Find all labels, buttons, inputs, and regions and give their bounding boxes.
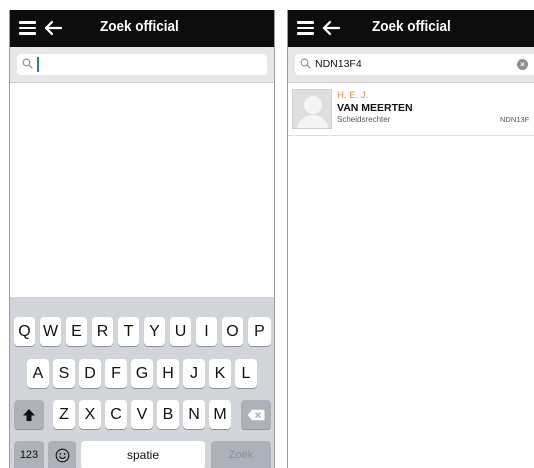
backspace-icon [247, 409, 265, 420]
space-key[interactable]: spatie [81, 441, 205, 468]
key-y[interactable]: Y [144, 317, 165, 346]
search-submit-key[interactable]: Zoek [211, 441, 271, 468]
key-k[interactable]: K [209, 359, 231, 388]
official-role: Scheidsrechter [337, 115, 391, 124]
search-icon [22, 58, 33, 69]
app-header: Zoek official [288, 10, 534, 47]
search-value: NDN13F4 [315, 58, 362, 70]
key-g[interactable]: G [131, 359, 153, 388]
key-l[interactable]: L [235, 359, 257, 388]
search-screen-empty: Zoek official Q W E R T Y U I O P A S D … [9, 10, 275, 468]
shift-key[interactable] [14, 400, 44, 429]
app-header: Zoek official [10, 10, 274, 47]
clear-icon[interactable]: × [517, 59, 528, 70]
hamburger-icon[interactable] [19, 21, 36, 35]
key-f[interactable]: F [105, 359, 127, 388]
key-e[interactable]: E [66, 317, 87, 346]
key-j[interactable]: J [183, 359, 205, 388]
key-a[interactable]: A [27, 359, 49, 388]
text-caret [37, 57, 39, 72]
search-input[interactable] [17, 54, 267, 75]
key-t[interactable]: T [118, 317, 139, 346]
official-surname: VAN MEERTEN [337, 102, 413, 114]
key-p[interactable]: P [248, 317, 271, 346]
search-icon [300, 58, 311, 69]
key-r[interactable]: R [92, 317, 113, 346]
key-w[interactable]: W [40, 317, 61, 346]
search-screen-results: Zoek official NDN13F4 × H. E. J. VAN MEE… [287, 10, 534, 468]
official-relation-number: NDN13F [500, 115, 530, 124]
key-o[interactable]: O [222, 317, 243, 346]
search-bar: NDN13F4 × [288, 47, 534, 83]
backspace-key[interactable] [241, 400, 271, 429]
key-m[interactable]: M [209, 400, 231, 429]
arrow-left-icon[interactable] [321, 18, 341, 38]
key-c[interactable]: C [105, 400, 127, 429]
key-d[interactable]: D [79, 359, 101, 388]
shift-icon [23, 408, 35, 421]
numbers-key[interactable]: 123 [14, 441, 44, 468]
page-title: Zoek official [100, 18, 179, 35]
official-initials: H. E. J. [337, 90, 369, 101]
page-title: Zoek official [372, 18, 451, 35]
key-u[interactable]: U [170, 317, 191, 346]
official-list-item[interactable]: H. E. J. VAN MEERTEN Scheidsrechter NDN1… [288, 83, 534, 136]
key-q[interactable]: Q [14, 317, 35, 346]
key-b[interactable]: B [157, 400, 179, 429]
search-input[interactable]: NDN13F4 × [295, 54, 534, 75]
user-placeholder-icon [292, 89, 332, 129]
arrow-left-icon[interactable] [43, 18, 63, 38]
emoji-key[interactable] [48, 441, 76, 468]
key-s[interactable]: S [53, 359, 75, 388]
search-bar [10, 47, 274, 83]
key-z[interactable]: Z [53, 400, 75, 429]
emoji-icon [55, 448, 69, 463]
key-n[interactable]: N [183, 400, 205, 429]
on-screen-keyboard: Q W E R T Y U I O P A S D F G H J K L Z … [10, 297, 274, 468]
key-x[interactable]: X [79, 400, 101, 429]
key-v[interactable]: V [131, 400, 153, 429]
hamburger-icon[interactable] [297, 21, 314, 35]
key-h[interactable]: H [157, 359, 179, 388]
key-i[interactable]: I [196, 317, 217, 346]
